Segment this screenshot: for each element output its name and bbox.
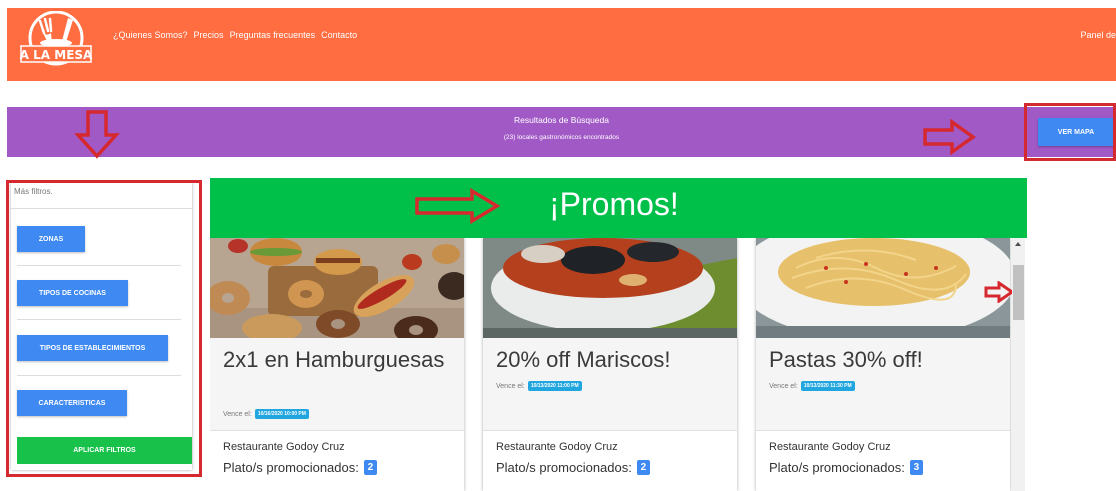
scroll-thumb[interactable] <box>1013 265 1024 320</box>
highlight-filters <box>6 180 202 477</box>
expiry-label: Vence el: <box>223 410 252 418</box>
logo-wordmark: A LA MESA <box>20 48 93 62</box>
restaurant-name: Restaurante Godoy Cruz <box>496 441 618 453</box>
expiry-date-badge: 10/13/2020 11:00 PM <box>527 381 582 391</box>
promo-expiry: Vence el: 10/16/2020 10:00 PM <box>223 409 309 419</box>
promo-title: Pastas 30% off! <box>769 347 923 372</box>
a-la-mesa-logo[interactable]: A LA MESA <box>18 11 94 69</box>
pasta-photo <box>756 238 1010 338</box>
promoted-plates-count: 2 <box>636 460 650 475</box>
promoted-plates-count: 3 <box>909 460 923 475</box>
promo-card-body: 2x1 en Hamburguesas Vence el: 10/16/2020… <box>210 338 464 430</box>
restaurant-name: Restaurante Godoy Cruz <box>769 441 891 453</box>
promos-scrollbar[interactable] <box>1012 238 1025 491</box>
arrow-right-icon <box>923 119 976 155</box>
promo-title: 2x1 en Hamburguesas <box>223 347 445 372</box>
restaurant-name: Restaurante Godoy Cruz <box>223 441 345 453</box>
seafood-soup-photo <box>483 238 737 338</box>
promoted-plates-label: Plato/s promocionados: <box>496 460 632 475</box>
page: A LA MESA ¿Quienes Somos? Precios Pregun… <box>0 0 1116 491</box>
nav-precios[interactable]: Precios <box>194 30 224 40</box>
promoted-plates: Plato/s promocionados: 3 <box>769 460 923 475</box>
promo-card-body: Pastas 30% off! Vence el: 10/13/2020 11:… <box>756 338 1010 430</box>
promoted-plates-label: Plato/s promocionados: <box>223 460 359 475</box>
promoted-plates: Plato/s promocionados: 2 <box>223 460 377 475</box>
nav-preguntas-frecuentes[interactable]: Preguntas frecuentes <box>230 30 316 40</box>
expiry-label: Vence el: <box>496 382 525 390</box>
burger-donuts-photo <box>210 238 464 338</box>
expiry-date-badge: 10/13/2020 11:30 PM <box>800 381 855 391</box>
arrow-right-icon <box>415 188 500 224</box>
nav-contacto[interactable]: Contacto <box>321 30 357 40</box>
arrow-down-icon <box>74 110 120 159</box>
promo-card-body: 20% off Mariscos! Vence el: 10/13/2020 1… <box>483 338 737 430</box>
card-divider <box>483 430 737 431</box>
promo-expiry: Vence el: 10/13/2020 11:30 PM <box>769 381 855 391</box>
arrow-right-icon <box>984 281 1014 303</box>
scroll-up-icon[interactable] <box>1015 242 1021 246</box>
site-header: A LA MESA ¿Quienes Somos? Precios Pregun… <box>7 8 1116 81</box>
promo-card[interactable]: 20% off Mariscos! Vence el: 10/13/2020 1… <box>483 238 737 491</box>
promoted-plates-label: Plato/s promocionados: <box>769 460 905 475</box>
nav-quienes-somos[interactable]: ¿Quienes Somos? <box>113 30 188 40</box>
card-divider <box>210 430 464 431</box>
panel-link[interactable]: Panel de <box>1080 30 1116 40</box>
expiry-date-badge: 10/16/2020 10:00 PM <box>254 409 309 419</box>
promoted-plates: Plato/s promocionados: 2 <box>496 460 650 475</box>
card-divider <box>756 430 1010 431</box>
promo-cards-list: 2x1 en Hamburguesas Vence el: 10/16/2020… <box>210 238 1027 491</box>
highlight-ver-mapa <box>1024 103 1116 161</box>
expiry-label: Vence el: <box>769 382 798 390</box>
promo-card[interactable]: 2x1 en Hamburguesas Vence el: 10/16/2020… <box>210 238 464 491</box>
promo-title: 20% off Mariscos! <box>496 347 671 372</box>
main-nav: ¿Quienes Somos? Precios Preguntas frecue… <box>113 30 357 40</box>
promos-heading: ¡Promos! <box>549 186 679 222</box>
promo-expiry: Vence el: 10/13/2020 11:00 PM <box>496 381 582 391</box>
promoted-plates-count: 2 <box>363 460 377 475</box>
promo-card[interactable]: Pastas 30% off! Vence el: 10/13/2020 11:… <box>756 238 1010 491</box>
